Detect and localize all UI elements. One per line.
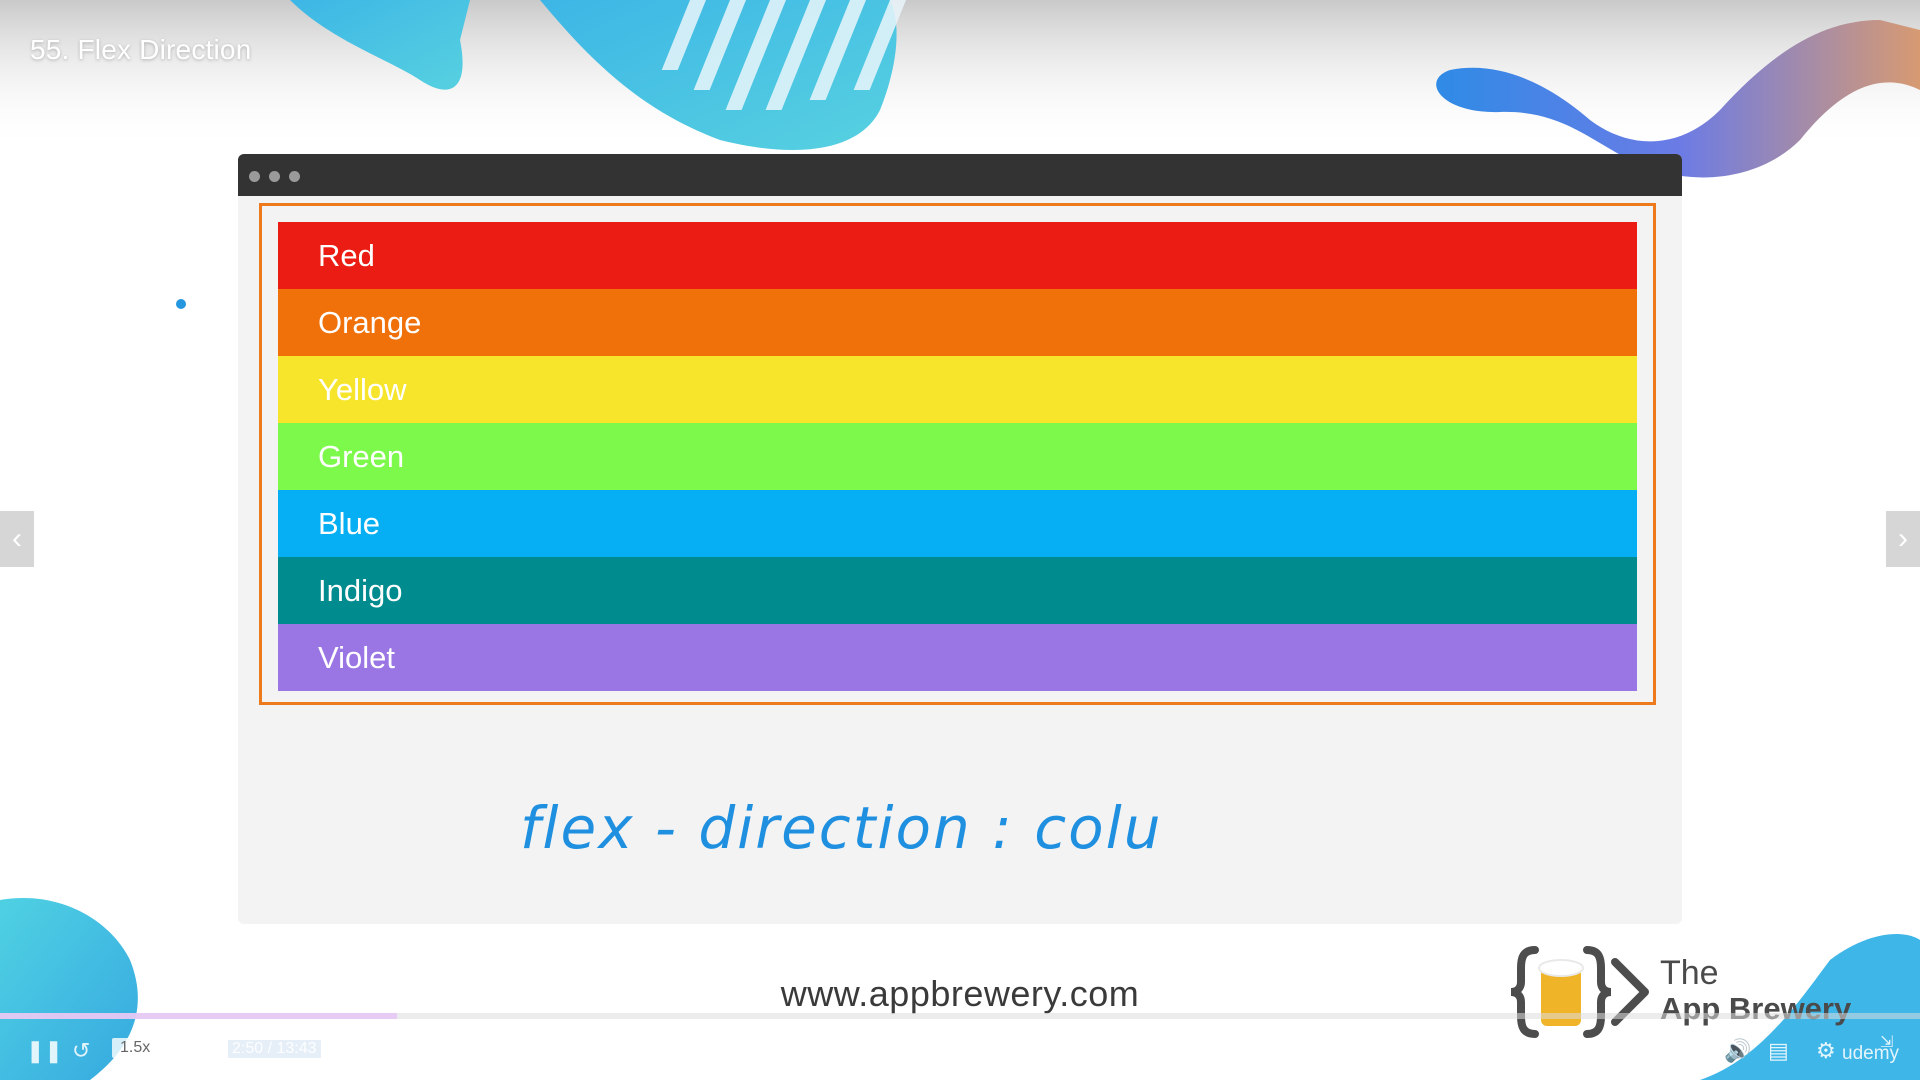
color-row-label: Red	[318, 237, 375, 273]
lecture-title: 55. Flex Direction	[30, 34, 252, 65]
previous-lecture-button[interactable]: ‹	[0, 511, 34, 567]
udemy-watermark: udemy	[1842, 1043, 1900, 1064]
handwritten-note-text: flex - direction : column ;	[520, 794, 1160, 862]
color-row-blue: Blue	[278, 490, 1637, 557]
color-row-violet: Violet	[278, 624, 1637, 691]
color-row-label: Indigo	[318, 572, 403, 608]
forward-icon[interactable]: ↻	[184, 1038, 202, 1064]
playback-speed-button[interactable]: 1.5x	[112, 1038, 159, 1058]
handwritten-note: flex - direction : column ;	[520, 794, 1160, 862]
video-time: 2:50 / 13:43	[228, 1040, 321, 1058]
window-dot-icon	[269, 171, 280, 182]
color-row-indigo: Indigo	[278, 557, 1637, 624]
color-row-orange: Orange	[278, 289, 1637, 356]
video-progress-fill	[0, 1013, 398, 1019]
color-list: Red Orange Yellow Green Blue Indigo Violet	[278, 222, 1637, 691]
next-lecture-button[interactable]: ›	[1886, 511, 1920, 567]
color-row-label: Violet	[318, 639, 395, 675]
window-dot-icon	[289, 171, 300, 182]
flex-container: Red Orange Yellow Green Blue Indigo Violet	[259, 203, 1656, 705]
color-row-label: Green	[318, 438, 405, 474]
video-progress-bar[interactable]	[0, 1013, 1920, 1019]
color-row-label: Orange	[318, 304, 422, 340]
brand-line1: The	[1660, 954, 1719, 992]
settings-gear-icon[interactable]: ⚙	[1816, 1038, 1836, 1064]
color-row-label: Yellow	[318, 371, 407, 407]
rewind-icon[interactable]: ↺	[72, 1038, 90, 1064]
color-row-green: Green	[278, 423, 1637, 490]
window-dot-icon	[249, 171, 260, 182]
browser-titlebar	[238, 154, 1682, 196]
volume-icon[interactable]: 🔊	[1724, 1038, 1751, 1064]
color-row-red: Red	[278, 222, 1637, 289]
color-row-label: Blue	[318, 505, 381, 541]
chevron-left-icon: ‹	[12, 522, 22, 555]
chevron-right-icon: ›	[1898, 522, 1908, 555]
pause-button[interactable]: ❚❚	[26, 1038, 63, 1064]
captions-icon[interactable]: ▤	[1768, 1038, 1789, 1064]
color-row-yellow: Yellow	[278, 356, 1637, 423]
